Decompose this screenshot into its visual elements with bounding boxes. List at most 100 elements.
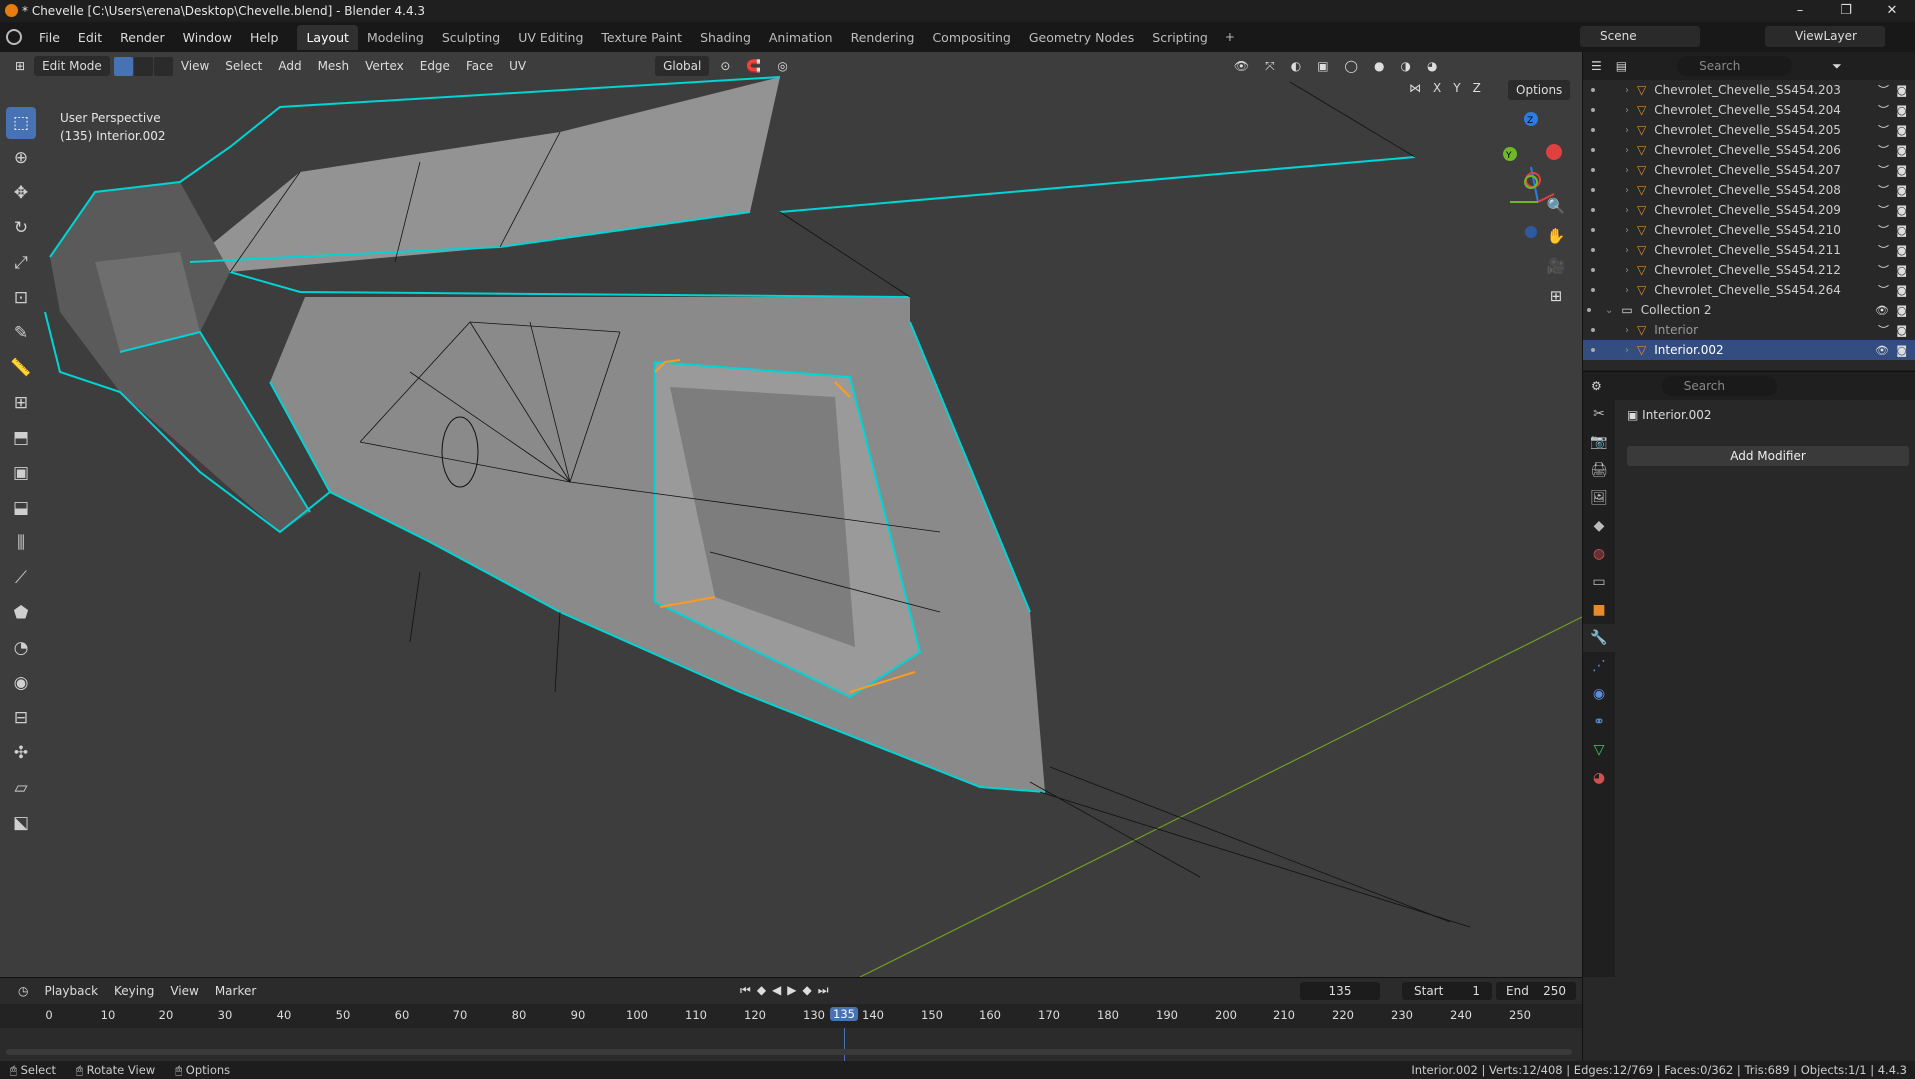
pivot-icon[interactable]: ⊙ xyxy=(713,56,737,76)
rip-icon[interactable]: ⬕ xyxy=(6,807,36,839)
mode-dropdown[interactable]: Edit Mode xyxy=(34,56,110,76)
outliner-item[interactable]: › ▽ Chevrolet_Chevelle_SS454.203 ︶ ◙ xyxy=(1583,80,1915,100)
knife-icon[interactable]: ⟋ xyxy=(6,562,36,594)
camera-icon[interactable]: ◙ xyxy=(1896,304,1907,317)
tool-tab-icon[interactable]: ✂ xyxy=(1583,400,1615,428)
collection-tab-icon[interactable]: ▭ xyxy=(1583,568,1615,596)
rotate-icon[interactable]: ↻ xyxy=(6,212,36,244)
outliner-item[interactable]: › ▽ Chevrolet_Chevelle_SS454.210 ︶ ◙ xyxy=(1583,220,1915,240)
modifier-tab-icon[interactable]: 🔧 xyxy=(1583,624,1615,652)
material-tab-icon[interactable]: ◕ xyxy=(1583,764,1615,792)
current-frame-field[interactable]: 135 xyxy=(1300,982,1380,1000)
filter-icon[interactable]: ⏷ xyxy=(1832,59,1842,74)
smooth-icon[interactable]: ◉ xyxy=(6,667,36,699)
camera-icon[interactable]: ◙ xyxy=(1896,164,1907,177)
poly-build-icon[interactable]: ⬟ xyxy=(6,597,36,629)
physics-tab-icon[interactable]: ◉ xyxy=(1583,680,1615,708)
scene-tab-icon[interactable]: ◆ xyxy=(1583,512,1615,540)
render-tab-icon[interactable]: 📷 xyxy=(1583,428,1615,456)
view-layer-selector[interactable]: ViewLayer xyxy=(1765,26,1885,47)
output-tab-icon[interactable]: 🖨 xyxy=(1583,456,1615,484)
solid-shading-icon[interactable]: ● xyxy=(1367,56,1391,76)
tab-layout[interactable]: Layout xyxy=(297,24,358,50)
tab-scripting[interactable]: Scripting xyxy=(1143,25,1217,50)
playhead-line[interactable] xyxy=(844,1028,845,1062)
hide-icon[interactable]: ︶ xyxy=(1878,242,1889,258)
outliner-item[interactable]: › ▽ Chevrolet_Chevelle_SS454.209 ︶ ◙ xyxy=(1583,200,1915,220)
camera-icon[interactable]: ◙ xyxy=(1896,204,1907,217)
proportional-edit-icon[interactable]: ◎ xyxy=(770,56,794,76)
display-mode-icon[interactable]: ▤ xyxy=(1616,59,1627,73)
mirror-icon[interactable]: ⋈ xyxy=(1405,80,1425,96)
tab-compositing[interactable]: Compositing xyxy=(923,25,1019,50)
outliner-item[interactable]: › ▽ Interior ︶ ◙ xyxy=(1583,320,1915,340)
next-keyframe-icon[interactable]: ◆ xyxy=(803,983,812,998)
camera-icon[interactable]: ◙ xyxy=(1896,144,1907,157)
camera-icon[interactable]: ◙ xyxy=(1896,124,1907,137)
menu-window[interactable]: Window xyxy=(174,30,241,45)
grid-ortho-icon[interactable]: ⊞ xyxy=(1542,282,1570,310)
view-layer-tab-icon[interactable]: 🖼 xyxy=(1583,484,1615,512)
material-shading-icon[interactable]: ◑ xyxy=(1393,56,1417,76)
tab-sculpting[interactable]: Sculpting xyxy=(433,25,509,50)
camera-icon[interactable]: ◙ xyxy=(1896,84,1907,97)
axis-z-toggle[interactable]: Z xyxy=(1469,80,1485,96)
outliner-item[interactable]: › ▽ Chevrolet_Chevelle_SS454.212 ︶ ◙ xyxy=(1583,260,1915,280)
object-tab-icon[interactable]: ■ xyxy=(1583,596,1615,624)
options-dropdown[interactable]: Options xyxy=(1508,80,1571,100)
face-select-icon[interactable] xyxy=(153,56,173,76)
hide-icon[interactable]: ︶ xyxy=(1878,162,1889,178)
tab-animation[interactable]: Animation xyxy=(760,25,842,50)
outliner-item[interactable]: › ▽ Chevrolet_Chevelle_SS454.206 ︶ ◙ xyxy=(1583,140,1915,160)
menu-file[interactable]: File xyxy=(30,30,69,45)
outliner-item[interactable]: › ▽ Chevrolet_Chevelle_SS454.204 ︶ ◙ xyxy=(1583,100,1915,120)
menu-add[interactable]: Add xyxy=(271,56,308,76)
outliner-item-selected[interactable]: › ▽ Interior.002 👁 ◙ xyxy=(1583,340,1915,360)
move-icon[interactable]: ✥ xyxy=(6,177,36,209)
scale-icon[interactable]: ⤢ xyxy=(6,247,36,279)
tab-geometry-nodes[interactable]: Geometry Nodes xyxy=(1020,25,1143,50)
wireframe-shading-icon[interactable]: ◯ xyxy=(1338,56,1365,76)
tab-shading[interactable]: Shading xyxy=(691,25,760,50)
outliner-item[interactable]: › ▽ Chevrolet_Chevelle_SS454.207 ︶ ◙ xyxy=(1583,160,1915,180)
menu-timeline-view[interactable]: View xyxy=(162,984,206,998)
shrink-fatten-icon[interactable]: ✣ xyxy=(6,737,36,769)
camera-icon[interactable]: ◙ xyxy=(1896,184,1907,197)
properties-search-input[interactable]: Search xyxy=(1661,376,1777,396)
particles-tab-icon[interactable]: ⋰ xyxy=(1583,652,1615,680)
constraints-tab-icon[interactable]: ⚭ xyxy=(1583,708,1615,736)
zoom-icon[interactable]: 🔍 xyxy=(1542,192,1570,220)
camera-icon[interactable]: ◙ xyxy=(1896,224,1907,237)
jump-end-icon[interactable]: ⏭ xyxy=(818,983,829,998)
play-reverse-icon[interactable]: ◀ xyxy=(772,983,781,998)
outliner-item[interactable]: › ▽ Chevrolet_Chevelle_SS454.211 ︶ ◙ xyxy=(1583,240,1915,260)
pan-hand-icon[interactable]: ✋ xyxy=(1542,222,1570,250)
menu-view[interactable]: View xyxy=(174,56,216,76)
hide-icon[interactable]: ︶ xyxy=(1878,202,1889,218)
hide-icon[interactable]: ︶ xyxy=(1878,122,1889,138)
data-tab-icon[interactable]: ▽ xyxy=(1583,736,1615,764)
maximize-button[interactable]: ❐ xyxy=(1823,0,1869,22)
axis-x-toggle[interactable]: X xyxy=(1429,80,1445,96)
menu-edge[interactable]: Edge xyxy=(413,56,457,76)
visibility-eye-icon[interactable]: 👁 xyxy=(1875,344,1889,357)
minimize-button[interactable]: – xyxy=(1777,0,1823,22)
bevel-icon[interactable]: ⬓ xyxy=(6,492,36,524)
3d-viewport[interactable]: Z Y ⊞ Edit Mode View Select Add Mesh Ver… xyxy=(0,52,1582,977)
scene-selector[interactable]: Scene xyxy=(1580,26,1700,47)
menu-help[interactable]: Help xyxy=(241,30,288,45)
editor-type-icon[interactable]: ⊞ xyxy=(8,56,32,76)
jump-start-icon[interactable]: ⏮ xyxy=(740,983,751,998)
tab-uv-editing[interactable]: UV Editing xyxy=(509,25,592,50)
mesh-canvas[interactable]: Z Y xyxy=(0,52,1582,977)
select-box-icon[interactable]: ⬚ xyxy=(6,107,36,139)
hide-icon[interactable]: ︶ xyxy=(1878,142,1889,158)
shear-icon[interactable]: ▱ xyxy=(6,772,36,804)
annotate-icon[interactable]: ✎ xyxy=(6,317,36,349)
timeline-editor-icon[interactable]: ◷ xyxy=(10,984,36,998)
end-frame-field[interactable]: End 250 xyxy=(1496,982,1576,1000)
outliner-editor-icon[interactable]: ☰ xyxy=(1591,59,1602,73)
camera-icon[interactable]: ◙ xyxy=(1896,264,1907,277)
add-modifier-button[interactable]: Add Modifier xyxy=(1627,446,1909,466)
rendered-shading-icon[interactable]: ◕ xyxy=(1420,56,1444,76)
